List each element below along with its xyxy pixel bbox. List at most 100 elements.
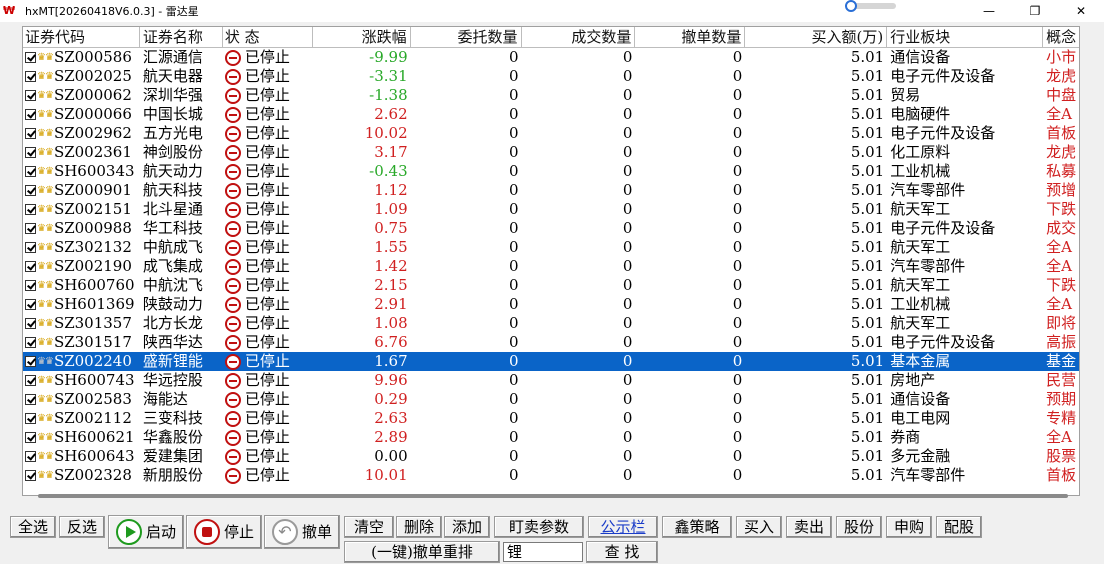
cell-code[interactable]: ♛♛ SZ002190 bbox=[23, 257, 140, 276]
table-row[interactable]: ♛♛ SH600643 爱建集团 已停止 0.00 0 0 0 5.01 多元金融 股票 bbox=[23, 447, 1079, 466]
cell-code[interactable]: ♛♛ SZ000066 bbox=[23, 105, 140, 124]
cell-code[interactable]: ♛♛ SZ301517 bbox=[23, 333, 140, 352]
invert-selection-button[interactable]: 反选 bbox=[59, 516, 105, 538]
maximize-button[interactable]: ❐ bbox=[1012, 0, 1058, 22]
checkbox-checked-icon[interactable] bbox=[25, 109, 36, 120]
cell-code[interactable]: ♛♛ SH600343 bbox=[23, 162, 140, 181]
table-row[interactable]: ♛♛ SZ002025 航天电器 已停止 -3.31 0 0 0 5.01 电子元件及设备 龙虎 bbox=[23, 67, 1079, 86]
table-row[interactable]: ♛♛ SH600343 航天动力 已停止 -0.43 0 0 0 5.01 工业机械 私募 bbox=[23, 162, 1079, 181]
table-row[interactable]: ♛♛ SZ002190 成飞集成 已停止 1.42 0 0 0 5.01 汽车零部件 全A bbox=[23, 257, 1079, 276]
checkbox-checked-icon[interactable] bbox=[25, 223, 36, 234]
table-row[interactable]: ♛♛ SZ002240 盛新锂能 已停止 1.67 0 0 0 5.01 基本金属 基金 bbox=[23, 352, 1079, 371]
checkbox-checked-icon[interactable] bbox=[25, 356, 36, 367]
table-row[interactable]: ♛♛ SZ301357 北方长龙 已停止 1.08 0 0 0 5.01 航天军工 即将 bbox=[23, 314, 1079, 333]
checkbox-checked-icon[interactable] bbox=[25, 299, 36, 310]
header-name[interactable]: 证券名称 bbox=[139, 27, 223, 48]
table-row[interactable]: ♛♛ SZ002112 三变科技 已停止 2.63 0 0 0 5.01 电工电网 专精 bbox=[23, 409, 1079, 428]
cell-code[interactable]: ♛♛ SZ002962 bbox=[23, 124, 140, 143]
cell-code[interactable]: ♛♛ SZ002328 bbox=[23, 466, 140, 485]
cell-code[interactable]: ♛♛ SH600621 bbox=[23, 428, 140, 447]
cell-code[interactable]: ♛♛ SZ000062 bbox=[23, 86, 140, 105]
header-cancel-qty[interactable]: 撤单数量 bbox=[635, 27, 746, 48]
table-row[interactable]: ♛♛ SZ301517 陕西华达 已停止 6.76 0 0 0 5.01 电子元件及设备 高振 bbox=[23, 333, 1079, 352]
slider-knob[interactable] bbox=[845, 0, 857, 12]
header-status[interactable]: 状 态 bbox=[222, 27, 313, 48]
add-button[interactable]: 添加 bbox=[444, 516, 490, 538]
header-code[interactable]: 证券代码 bbox=[23, 27, 140, 48]
close-button[interactable]: ✕ bbox=[1058, 0, 1104, 22]
table-row[interactable]: ♛♛ SZ002962 五方光电 已停止 10.02 0 0 0 5.01 电子元件及设备 首板 bbox=[23, 124, 1079, 143]
one-key-cancel-button[interactable]: (一键)撤单重排 bbox=[344, 541, 500, 563]
start-button[interactable]: 启动 bbox=[108, 515, 184, 549]
checkbox-checked-icon[interactable] bbox=[25, 375, 36, 386]
table-row[interactable]: ♛♛ SZ002151 北斗星通 已停止 1.09 0 0 0 5.01 航天军工 下跌 bbox=[23, 200, 1079, 219]
watch-params-button[interactable]: 盯卖参数 bbox=[494, 516, 584, 538]
checkbox-checked-icon[interactable] bbox=[25, 337, 36, 348]
checkbox-checked-icon[interactable] bbox=[25, 128, 36, 139]
cell-code[interactable]: ♛♛ SZ000901 bbox=[23, 181, 140, 200]
allot-button[interactable]: 配股 bbox=[936, 516, 982, 538]
stop-button[interactable]: 停止 bbox=[186, 515, 262, 549]
checkbox-checked-icon[interactable] bbox=[25, 280, 36, 291]
checkbox-checked-icon[interactable] bbox=[25, 71, 36, 82]
sell-button[interactable]: 卖出 bbox=[786, 516, 832, 538]
cancel-order-button[interactable]: ↶ 撤单 bbox=[264, 515, 340, 549]
minimize-button[interactable]: — bbox=[966, 0, 1012, 22]
cell-code[interactable]: ♛♛ SZ002240 bbox=[23, 352, 140, 371]
cell-code[interactable]: ♛♛ SZ000988 bbox=[23, 219, 140, 238]
cell-code[interactable]: ♛♛ SZ002112 bbox=[23, 409, 140, 428]
header-industry[interactable]: 行业板块 bbox=[887, 27, 1044, 48]
table-row[interactable]: ♛♛ SH600621 华鑫股份 已停止 2.89 0 0 0 5.01 券商 全A bbox=[23, 428, 1079, 447]
cell-code[interactable]: ♛♛ SH600760 bbox=[23, 276, 140, 295]
delete-button[interactable]: 删除 bbox=[396, 516, 442, 538]
strategy-button[interactable]: 鑫策略 bbox=[662, 516, 732, 538]
table-row[interactable]: ♛♛ SZ002583 海能达 已停止 0.29 0 0 0 5.01 通信设备 预期 bbox=[23, 390, 1079, 409]
subscribe-button[interactable]: 申购 bbox=[886, 516, 932, 538]
cell-code[interactable]: ♛♛ SZ302132 bbox=[23, 238, 140, 257]
checkbox-checked-icon[interactable] bbox=[25, 166, 36, 177]
checkbox-checked-icon[interactable] bbox=[25, 242, 36, 253]
table-row[interactable]: ♛♛ SZ000988 华工科技 已停止 0.75 0 0 0 5.01 电子元件及设备 成交 bbox=[23, 219, 1079, 238]
checkbox-checked-icon[interactable] bbox=[25, 147, 36, 158]
cell-code[interactable]: ♛♛ SH600743 bbox=[23, 371, 140, 390]
table-row[interactable]: ♛♛ SH601369 陕鼓动力 已停止 2.91 0 0 0 5.01 工业机械 全A bbox=[23, 295, 1079, 314]
cell-code[interactable]: ♛♛ SZ301357 bbox=[23, 314, 140, 333]
opacity-slider[interactable] bbox=[845, 0, 896, 12]
checkbox-checked-icon[interactable] bbox=[25, 185, 36, 196]
table-row[interactable]: ♛♛ SZ000901 航天科技 已停止 1.12 0 0 0 5.01 汽车零部件 预增 bbox=[23, 181, 1079, 200]
stock-grid[interactable]: 证券代码 证券名称 状 态 涨跌幅 委托数量 成交数量 撤单数量 买入额(万) … bbox=[22, 26, 1080, 496]
table-row[interactable]: ♛♛ SZ000586 汇源通信 已停止 -9.99 0 0 0 5.01 通信设备 小市 bbox=[23, 48, 1079, 67]
checkbox-checked-icon[interactable] bbox=[25, 451, 36, 462]
checkbox-checked-icon[interactable] bbox=[25, 90, 36, 101]
checkbox-checked-icon[interactable] bbox=[25, 394, 36, 405]
header-buy-amount[interactable]: 买入额(万) bbox=[745, 27, 888, 48]
checkbox-checked-icon[interactable] bbox=[25, 318, 36, 329]
horizontal-scrollbar[interactable] bbox=[38, 494, 1068, 498]
checkbox-checked-icon[interactable] bbox=[25, 413, 36, 424]
checkbox-checked-icon[interactable] bbox=[25, 261, 36, 272]
table-row[interactable]: ♛♛ SZ000062 深圳华强 已停止 -1.38 0 0 0 5.01 贸易 中盘 bbox=[23, 86, 1079, 105]
table-row[interactable]: ♛♛ SZ302132 中航成飞 已停止 1.55 0 0 0 5.01 航天军工 全A bbox=[23, 238, 1079, 257]
header-concept[interactable]: 概念 bbox=[1043, 27, 1079, 48]
cell-code[interactable]: ♛♛ SH601369 bbox=[23, 295, 140, 314]
table-row[interactable]: ♛♛ SZ002361 神剑股份 已停止 3.17 0 0 0 5.01 化工原料 龙虎 bbox=[23, 143, 1079, 162]
cell-code[interactable]: ♛♛ SZ002025 bbox=[23, 67, 140, 86]
select-all-button[interactable]: 全选 bbox=[10, 516, 56, 538]
cell-code[interactable]: ♛♛ SH600643 bbox=[23, 447, 140, 466]
checkbox-checked-icon[interactable] bbox=[25, 52, 36, 63]
cell-code[interactable]: ♛♛ SZ002361 bbox=[23, 143, 140, 162]
cell-code[interactable]: ♛♛ SZ002583 bbox=[23, 390, 140, 409]
search-input[interactable]: 锂 bbox=[503, 542, 583, 562]
buy-button[interactable]: 买入 bbox=[736, 516, 782, 538]
table-row[interactable]: ♛♛ SZ002328 新朋股份 已停止 10.01 0 0 0 5.01 汽车零部件 首板 bbox=[23, 466, 1079, 485]
search-button[interactable]: 查 找 bbox=[586, 541, 658, 563]
header-entrust-qty[interactable]: 委托数量 bbox=[410, 27, 522, 48]
cell-code[interactable]: ♛♛ SZ000586 bbox=[23, 48, 140, 67]
header-deal-qty[interactable]: 成交数量 bbox=[521, 27, 636, 48]
bulletin-button[interactable]: 公示栏 bbox=[588, 516, 658, 538]
position-button[interactable]: 股份 bbox=[836, 516, 882, 538]
cell-code[interactable]: ♛♛ SZ002151 bbox=[23, 200, 140, 219]
checkbox-checked-icon[interactable] bbox=[25, 470, 36, 481]
checkbox-checked-icon[interactable] bbox=[25, 204, 36, 215]
checkbox-checked-icon[interactable] bbox=[25, 432, 36, 443]
